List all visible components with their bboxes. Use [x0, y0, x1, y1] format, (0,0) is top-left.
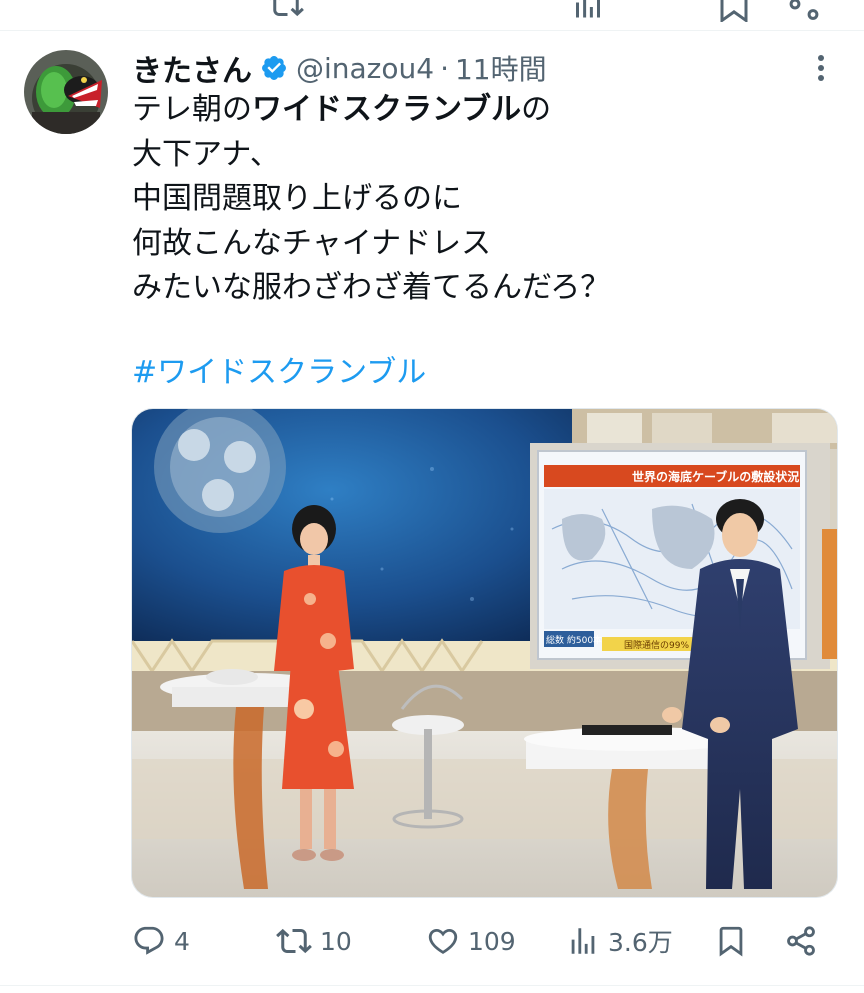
tweet-header: きたさん @inazou4 · 11時間	[132, 46, 547, 90]
views-icon[interactable]	[570, 0, 606, 22]
retweet-button[interactable]: 10	[276, 915, 352, 967]
bookmark-button[interactable]	[714, 915, 748, 967]
like-icon	[428, 928, 458, 954]
bold-program-name: ワイドスクランブル	[252, 92, 522, 127]
divider	[0, 30, 864, 31]
tweet-action-bar: 4 10 109 3.6万	[132, 915, 832, 967]
tweet-line: 中国問題取り上げるのに	[132, 181, 462, 216]
hashtag-link[interactable]: #ワイドスクランブル	[132, 351, 426, 395]
tweet-media-image[interactable]: 世界の海底ケーブルの敷設状況 総数 約500本 国際通信の99%	[131, 408, 838, 898]
divider	[0, 985, 864, 986]
screen-title-text: 世界の海底ケーブルの敷設状況	[632, 469, 799, 484]
screen-intl-text: 国際通信の99%	[624, 639, 689, 651]
reply-icon	[134, 926, 164, 955]
like-count: 109	[468, 926, 516, 956]
bookmark-icon	[719, 926, 743, 957]
screen-total-text: 総数 約500本	[546, 634, 602, 646]
share-button[interactable]	[784, 915, 818, 967]
share-icon[interactable]	[786, 0, 822, 22]
retweet-icon[interactable]	[268, 0, 304, 22]
tweet-text: テレ朝のワイドスクランブルの 大下アナ、 中国問題取り上げるのに 何故こんなチャ…	[132, 88, 832, 311]
views-count: 3.6万	[608, 928, 673, 957]
retweet-icon	[276, 928, 312, 954]
handle[interactable]: @inazou4	[296, 52, 434, 85]
display-name[interactable]: きたさん	[132, 46, 252, 90]
reply-count: 4	[174, 926, 190, 956]
avatar[interactable]	[24, 50, 108, 134]
timestamp[interactable]: 11時間	[455, 48, 547, 88]
tweet-line: 何故こんなチャイナドレス	[132, 225, 492, 261]
more-icon[interactable]	[808, 52, 834, 84]
tweet-line: 大下アナ、	[132, 136, 280, 172]
verified-badge-icon	[262, 56, 286, 80]
separator-dot: ·	[440, 51, 449, 85]
tweet-line: みたいな服わざわざ着てるんだろ？	[132, 270, 611, 305]
reply-button[interactable]: 4	[132, 915, 190, 967]
share-icon	[787, 926, 815, 956]
retweet-count: 10	[320, 926, 352, 956]
bookmark-icon[interactable]	[716, 0, 752, 22]
tweet-line: テレ朝のワイドスクランブルの	[132, 92, 552, 127]
views-icon	[571, 928, 595, 954]
like-button[interactable]: 109	[426, 915, 516, 967]
views-button[interactable]: 3.6万	[566, 915, 673, 967]
previous-tweet-actions	[0, 0, 864, 30]
